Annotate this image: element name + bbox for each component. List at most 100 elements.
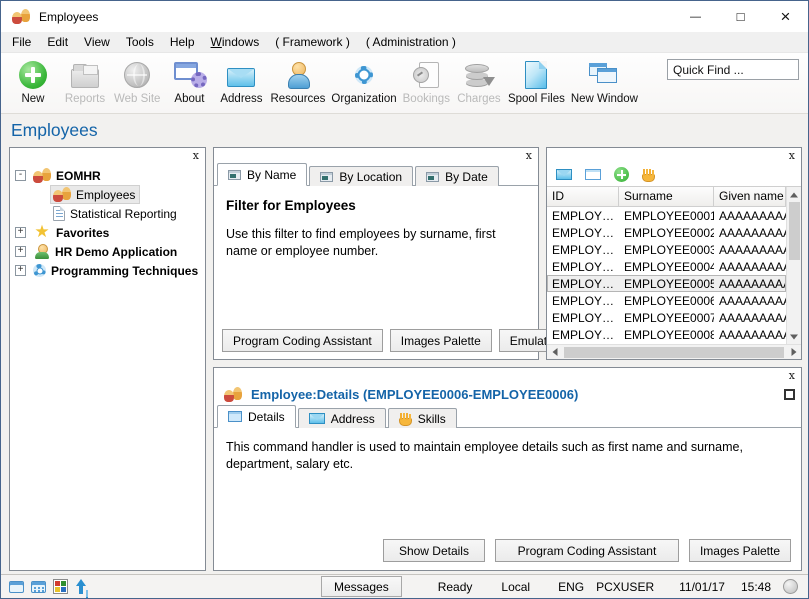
tree-item[interactable]: Employees — [15, 185, 203, 204]
toolbar-button[interactable]: About — [163, 56, 215, 105]
details-tab[interactable]: Skills — [388, 408, 457, 428]
tree-item-label: Employees — [76, 188, 135, 202]
menu-item[interactable]: ( Framework ) — [267, 33, 358, 51]
tree-expander-icon[interactable]: + — [15, 265, 26, 276]
tree-item-label: Programming Techniques — [51, 264, 198, 278]
toolbar-button[interactable]: New Window — [568, 56, 641, 105]
menu-item[interactable]: File — [4, 33, 39, 51]
toolbar-button[interactable]: Charges — [453, 56, 505, 105]
messages-button[interactable]: Messages — [321, 576, 402, 597]
window-grid-icon — [31, 581, 46, 593]
scrollbar-thumb[interactable] — [789, 202, 800, 260]
panel-header: x — [214, 148, 538, 163]
statusbar-button[interactable] — [53, 579, 68, 594]
toolbar: New Reports Web Site About — [1, 53, 808, 114]
details-button[interactable]: Images Palette — [689, 539, 791, 562]
minimize-button[interactable]: — — [673, 1, 718, 32]
column-header[interactable]: Given name — [714, 187, 786, 207]
maximize-panel-icon[interactable] — [784, 389, 795, 400]
close-panel-icon[interactable]: x — [787, 370, 797, 381]
cell-id: EMPLOYEE0005 — [547, 277, 619, 291]
list-toolbar-button[interactable] — [614, 167, 629, 182]
table-row[interactable]: EMPLOYEE0003 EMPLOYEE0003 AAAAAAAAAAAA — [547, 241, 786, 258]
list-toolbar-button[interactable] — [556, 169, 572, 180]
tree-item[interactable]: + Favorites — [15, 223, 203, 242]
menu-item[interactable]: Edit — [39, 33, 76, 51]
list-toolbar-button[interactable] — [585, 169, 601, 180]
menu-item[interactable]: Windows — [203, 33, 268, 51]
horizontal-scrollbar[interactable] — [547, 344, 801, 359]
table-row[interactable]: EMPLOYEE0006 EMPLOYEE0006 AAAAAAAAAAAA — [547, 292, 786, 309]
details-tab[interactable]: Details — [217, 405, 296, 428]
scroll-left-icon[interactable] — [547, 345, 562, 360]
table-row[interactable]: EMPLOYEE0004 EMPLOYEE0004 AAAAAAAAAAAA — [547, 258, 786, 275]
user-text: PCXUSER — [596, 580, 654, 594]
cell-id: EMPLOYEE0002 — [547, 226, 619, 240]
connection-text: Local — [501, 580, 530, 594]
toolbar-button-label: Resources — [270, 93, 325, 105]
tree-expander-icon[interactable]: + — [15, 227, 26, 238]
toolbar-button-label: Web Site — [114, 93, 160, 105]
quick-find-input[interactable] — [667, 59, 799, 80]
tree-item[interactable]: Statistical Reporting — [15, 204, 203, 223]
close-panel-icon[interactable]: x — [787, 150, 797, 161]
menu-item[interactable]: ( Administration ) — [358, 33, 464, 51]
toolbar-button[interactable]: Spool Files — [505, 56, 568, 105]
cell-surname: EMPLOYEE0003 — [619, 243, 714, 257]
table-row[interactable]: EMPLOYEE0008 EMPLOYEE0008 AAAAAAAAAAAA — [547, 326, 786, 343]
close-panel-icon[interactable]: x — [524, 150, 534, 161]
tree-expander-icon[interactable]: + — [15, 246, 26, 257]
statusbar-button[interactable] — [9, 581, 24, 593]
table-row[interactable]: EMPLOYEE0001 EMPLOYEE0001 AAAAAAAAAAAA — [547, 207, 786, 224]
details-tab[interactable]: Address — [298, 408, 386, 428]
menu-item[interactable]: Help — [162, 33, 203, 51]
cell-given-name: AAAAAAAAAAAA — [714, 328, 786, 342]
cell-id: EMPLOYEE0008 — [547, 328, 619, 342]
cell-given-name: AAAAAAAAAAAA — [714, 209, 786, 223]
scroll-right-icon[interactable] — [786, 345, 801, 360]
maximize-button[interactable]: □ — [718, 1, 763, 32]
filter-button[interactable]: Program Coding Assistant — [222, 329, 383, 352]
window-title: Employees — [39, 10, 98, 24]
tree-item[interactable]: + Programming Techniques — [15, 261, 203, 280]
filter-tab[interactable]: By Name — [217, 163, 307, 186]
statusbar-button[interactable] — [31, 581, 46, 593]
details-button[interactable]: Show Details — [383, 539, 485, 562]
menu-item[interactable]: View — [76, 33, 118, 51]
column-header[interactable]: Surname — [619, 187, 714, 207]
star-icon — [33, 225, 51, 240]
website-icon — [124, 62, 150, 88]
menu-item[interactable]: Tools — [118, 33, 162, 51]
filter-button[interactable]: Images Palette — [390, 329, 492, 352]
column-header[interactable]: ID — [547, 187, 619, 207]
tree-item[interactable]: - EOMHR — [15, 166, 203, 185]
table-row[interactable]: EMPLOYEE0002 EMPLOYEE0002 AAAAAAAAAAAA — [547, 224, 786, 241]
toolbar-button[interactable]: Resources — [267, 56, 328, 105]
close-panel-icon[interactable]: x — [191, 150, 201, 161]
details-button[interactable]: Program Coding Assistant — [495, 539, 679, 562]
details-tabs: Details Address Skills — [214, 405, 801, 428]
tree-item[interactable]: + HR Demo Application — [15, 242, 203, 261]
filter-tab[interactable]: By Date — [415, 166, 499, 186]
statusbar-button[interactable] — [75, 579, 91, 594]
status-text: Ready — [438, 580, 473, 594]
toolbar-button[interactable]: Web Site — [111, 56, 163, 105]
people-icon — [33, 168, 51, 183]
list-toolbar-button[interactable] — [642, 167, 655, 182]
close-button[interactable]: × — [763, 1, 808, 32]
employee-list-panel: x — [546, 147, 802, 360]
filter-tab[interactable]: By Location — [309, 166, 413, 186]
scroll-up-icon[interactable] — [787, 187, 802, 202]
scroll-down-icon[interactable] — [787, 329, 802, 344]
scrollbar-thumb[interactable] — [564, 347, 784, 358]
table-row[interactable]: EMPLOYEE0007 EMPLOYEE0007 AAAAAAAAAAAA — [547, 309, 786, 326]
vertical-scrollbar[interactable] — [786, 187, 801, 344]
toolbar-button[interactable]: Reports — [59, 56, 111, 105]
tree-expander-icon[interactable]: - — [15, 170, 26, 181]
table-row[interactable]: EMPLOYEE0005 EMPLOYEE0005 AAAAAAAAAAAA — [547, 275, 786, 292]
window-controls: — □ × — [673, 1, 808, 32]
toolbar-button[interactable]: Bookings — [400, 56, 453, 105]
toolbar-button[interactable]: New — [7, 56, 59, 105]
toolbar-button[interactable]: Organization — [328, 56, 399, 105]
toolbar-button[interactable]: Address — [215, 56, 267, 105]
